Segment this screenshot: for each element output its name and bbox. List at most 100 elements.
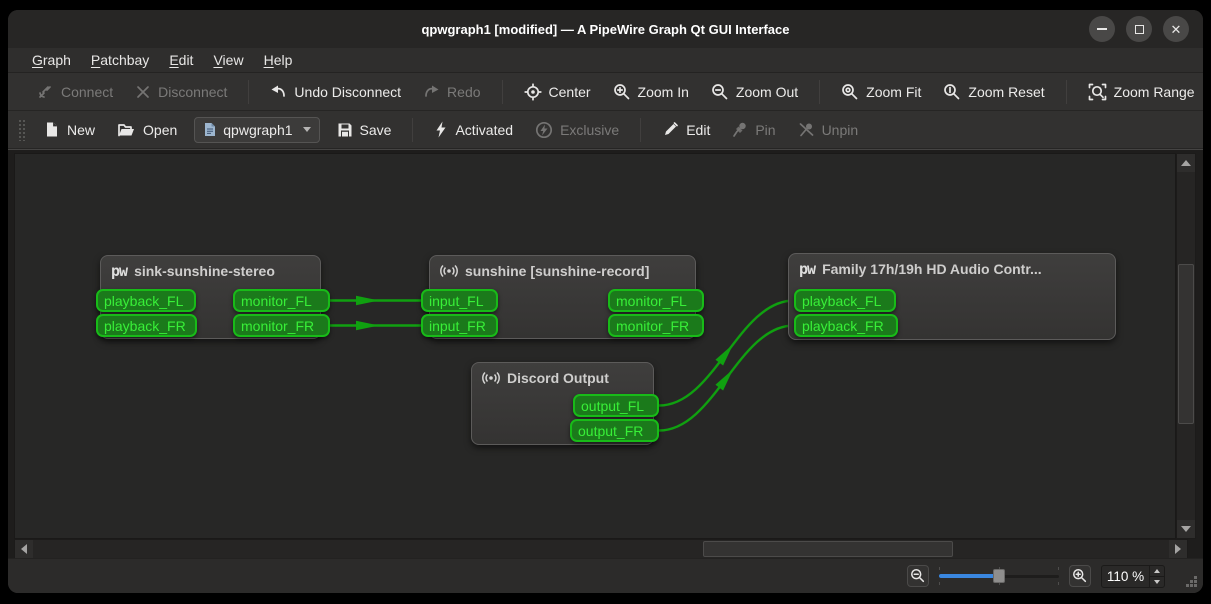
port-sunshine-input-fr[interactable]: input_FR [421,314,498,337]
pin-button[interactable]: Pin [723,116,784,143]
zoom-percent-spinbox[interactable]: 110 % [1101,564,1165,588]
statusbar: 110 % [8,558,1203,593]
save-patchbay-button[interactable]: Save [328,117,401,143]
close-icon: ✕ [1170,21,1182,37]
port-sink-monitor-fr[interactable]: monitor_FR [233,314,330,337]
zoom-slider[interactable] [939,565,1059,587]
vertical-scrollbar[interactable] [1176,153,1196,539]
spin-down-button[interactable] [1150,577,1164,587]
port-sunshine-monitor-fr[interactable]: monitor_FR [608,314,704,337]
scroll-down-button[interactable] [1177,520,1195,538]
resize-grip[interactable] [1185,575,1198,588]
port-family-playback-fl[interactable]: playback_FL [794,289,896,312]
arrow-left-icon [21,544,27,554]
disconnect-icon [137,85,150,98]
node-title: Discord Output [507,370,609,386]
maximize-button[interactable] [1126,16,1152,42]
statusbar-zoom-out-button[interactable] [907,565,929,587]
menu-help[interactable]: Help [254,50,303,70]
unpin-icon [799,123,813,137]
undo-disconnect-button[interactable]: Undo Disconnect [261,78,410,105]
zoom-percent-value: 110 % [1106,568,1145,584]
pin-icon [733,122,747,137]
arrow-right-icon [1175,544,1181,554]
toolbar-separator [819,79,821,104]
menu-patchbay[interactable]: Patchbay [81,50,159,70]
new-file-icon [47,122,57,137]
zoom-range-icon [1088,83,1106,100]
patchbay-selector[interactable]: qpwgraph1 [194,116,320,143]
zoom-reset-button[interactable]: Zoom Reset [934,78,1053,106]
disconnect-button[interactable]: Disconnect [126,79,236,105]
toolbar-separator [1065,79,1067,104]
slider-fill [939,574,999,578]
connect-button[interactable]: Connect [28,78,122,105]
minimize-icon [1097,28,1107,30]
port-sink-playback-fr[interactable]: playback_FR [96,314,197,337]
exclusive-toggle[interactable]: Exclusive [526,116,628,144]
undo-icon [271,85,286,97]
zoom-out-icon [911,569,925,583]
slider-handle[interactable] [993,569,1005,583]
open-patchbay-button[interactable]: Open [108,117,186,143]
menu-edit[interactable]: Edit [159,50,203,70]
zoom-out-button[interactable]: Zoom Out [702,78,807,106]
arrow-down-icon [1181,526,1191,532]
zoom-fit-button[interactable]: Zoom Fit [832,78,930,106]
port-discord-output-fl[interactable]: output_FL [573,394,659,417]
window-title: qpwgraph1 [modified] — A PipeWire Graph … [421,21,790,37]
connections-layer [330,295,795,432]
titlebar[interactable]: qpwgraph1 [modified] — A PipeWire Graph … [8,10,1203,48]
edit-button[interactable]: Edit [653,116,719,143]
graph-canvas[interactable]: pw sink-sunshine-stereo sunshine [sunshi… [14,153,1176,539]
scroll-left-button[interactable] [15,540,33,558]
toolbar-separator [248,79,250,104]
unpin-button[interactable]: Unpin [789,116,868,143]
toolbar-separator [412,117,414,142]
connection-arrow [356,320,379,331]
horizontal-scroll-thumb[interactable] [703,541,953,557]
scroll-right-button[interactable] [1169,540,1187,558]
spin-up-button[interactable] [1150,566,1164,577]
minimize-button[interactable] [1089,16,1115,42]
new-patchbay-button[interactable]: New [35,116,104,143]
menu-graph[interactable]: Graph [22,50,81,70]
zoom-reset-icon [944,83,960,99]
menu-view[interactable]: View [203,50,253,70]
port-sunshine-monitor-fl[interactable]: monitor_FL [608,289,704,312]
zoom-range-button[interactable]: Zoom Range [1079,78,1203,106]
patchbay-toolbar: New Open qpwgraph1 Save Activated Exclus… [8,111,1203,149]
center-button[interactable]: Center [515,78,600,106]
redo-button[interactable]: Redo [414,78,489,105]
statusbar-zoom-in-button[interactable] [1069,565,1091,587]
graph-toolbar: Connect Disconnect Undo Disconnect Redo [8,73,1203,111]
patchbay-selector-value: qpwgraph1 [223,121,293,138]
close-button[interactable]: ✕ [1163,16,1189,42]
menubar: Graph Patchbay Edit View Help [8,48,1203,73]
center-icon [523,82,542,101]
vertical-scroll-thumb[interactable] [1178,264,1194,424]
port-sink-playback-fl[interactable]: playback_FL [96,289,196,312]
port-sink-monitor-fl[interactable]: monitor_FL [233,289,330,312]
horizontal-scrollbar[interactable] [14,539,1188,559]
toolbar-drag-handle[interactable] [18,118,25,141]
connection-arrow [356,295,379,306]
zoom-fit-icon [842,83,858,99]
node-title: sunshine [sunshine-record] [465,263,650,279]
redo-icon [425,85,439,97]
open-folder-icon [118,123,135,136]
zoom-out-icon [712,83,728,99]
window-controls: ✕ [1089,16,1189,42]
maximize-icon [1134,24,1144,34]
port-discord-output-fr[interactable]: output_FR [570,419,659,442]
toolbar-separator [501,79,503,104]
arrow-down-icon [1154,579,1160,584]
activated-toggle[interactable]: Activated [425,116,522,143]
port-family-playback-fr[interactable]: playback_FR [794,314,898,337]
arrow-up-icon [1154,568,1160,573]
zoom-in-button[interactable]: Zoom In [604,78,698,106]
stream-icon [440,264,458,278]
node-title: Family 17h/19h HD Audio Contr... [822,261,1042,277]
scroll-up-button[interactable] [1177,154,1195,172]
port-sunshine-input-fl[interactable]: input_FL [421,289,498,312]
